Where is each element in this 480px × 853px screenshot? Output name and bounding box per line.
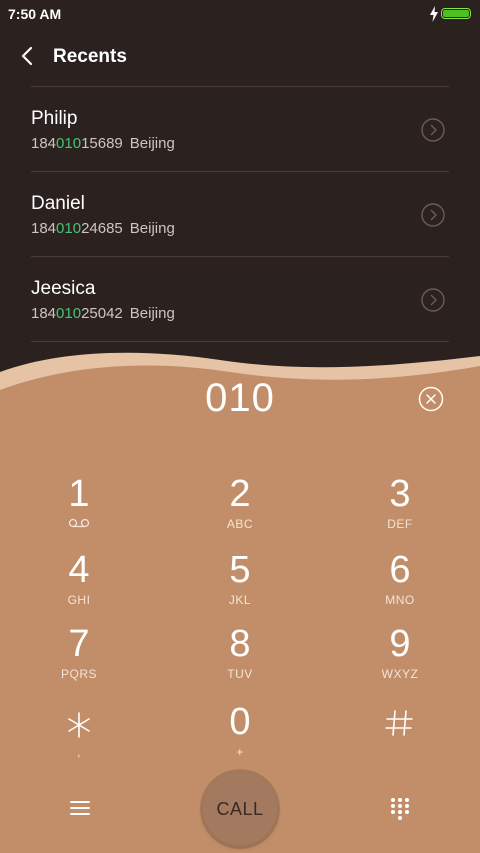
hash-icon xyxy=(385,710,413,736)
contact-name: Jeesica xyxy=(31,278,96,299)
key-2[interactable]: 2 ABC xyxy=(180,475,300,541)
chevron-right-circle-icon[interactable] xyxy=(421,288,445,312)
list-item[interactable]: Philip 18401015689 Beijing xyxy=(31,86,449,171)
key-8[interactable]: 8 TUV xyxy=(180,625,300,691)
charging-icon xyxy=(430,6,438,22)
call-label: CALL xyxy=(216,798,264,819)
header: Recents xyxy=(0,28,480,86)
key-5[interactable]: 5 JKL xyxy=(180,551,300,617)
key-7[interactable]: 7 PQRS xyxy=(19,625,139,691)
key-6[interactable]: 6 MNO xyxy=(340,551,460,617)
menu-icon[interactable] xyxy=(68,797,92,819)
key-9[interactable]: 9 WXYZ xyxy=(340,625,460,691)
key-0[interactable]: 0 + xyxy=(180,703,300,769)
contact-number: 18401024685 Beijing xyxy=(31,220,175,237)
asterisk-icon xyxy=(68,712,90,738)
contact-number: 18401025042 Beijing xyxy=(31,305,175,322)
status-bar: 7:50 AM xyxy=(0,0,480,28)
list-item[interactable]: Daniel 18401024685 Beijing xyxy=(31,171,449,256)
contact-name: Daniel xyxy=(31,193,85,214)
dialed-number[interactable]: 010 xyxy=(140,376,340,421)
key-1[interactable]: 1 xyxy=(19,475,139,541)
chevron-left-icon[interactable] xyxy=(16,44,40,68)
page-title: Recents xyxy=(53,46,127,67)
voicemail-icon xyxy=(68,518,90,528)
contact-number: 18401015689 Beijing xyxy=(31,135,175,152)
contact-name: Nicole xyxy=(31,363,84,384)
list-item[interactable]: Jeesica 18401025042 Beijing xyxy=(31,256,449,341)
status-time: 7:50 AM xyxy=(8,6,62,22)
key-hash[interactable] xyxy=(340,703,460,769)
key-3[interactable]: 3 DEF xyxy=(340,475,460,541)
key-4[interactable]: 4 GHI xyxy=(19,551,139,617)
chevron-right-circle-icon[interactable] xyxy=(421,118,445,142)
clear-icon[interactable] xyxy=(418,386,444,412)
keypad-icon[interactable] xyxy=(388,796,412,820)
key-star[interactable]: , xyxy=(19,703,139,769)
battery-icon xyxy=(441,8,471,19)
call-button[interactable]: CALL xyxy=(203,772,277,846)
contact-name: Philip xyxy=(31,108,78,129)
recents-list: Philip 18401015689 Beijing Daniel 1840102… xyxy=(31,86,449,426)
chevron-right-circle-icon[interactable] xyxy=(421,203,445,227)
